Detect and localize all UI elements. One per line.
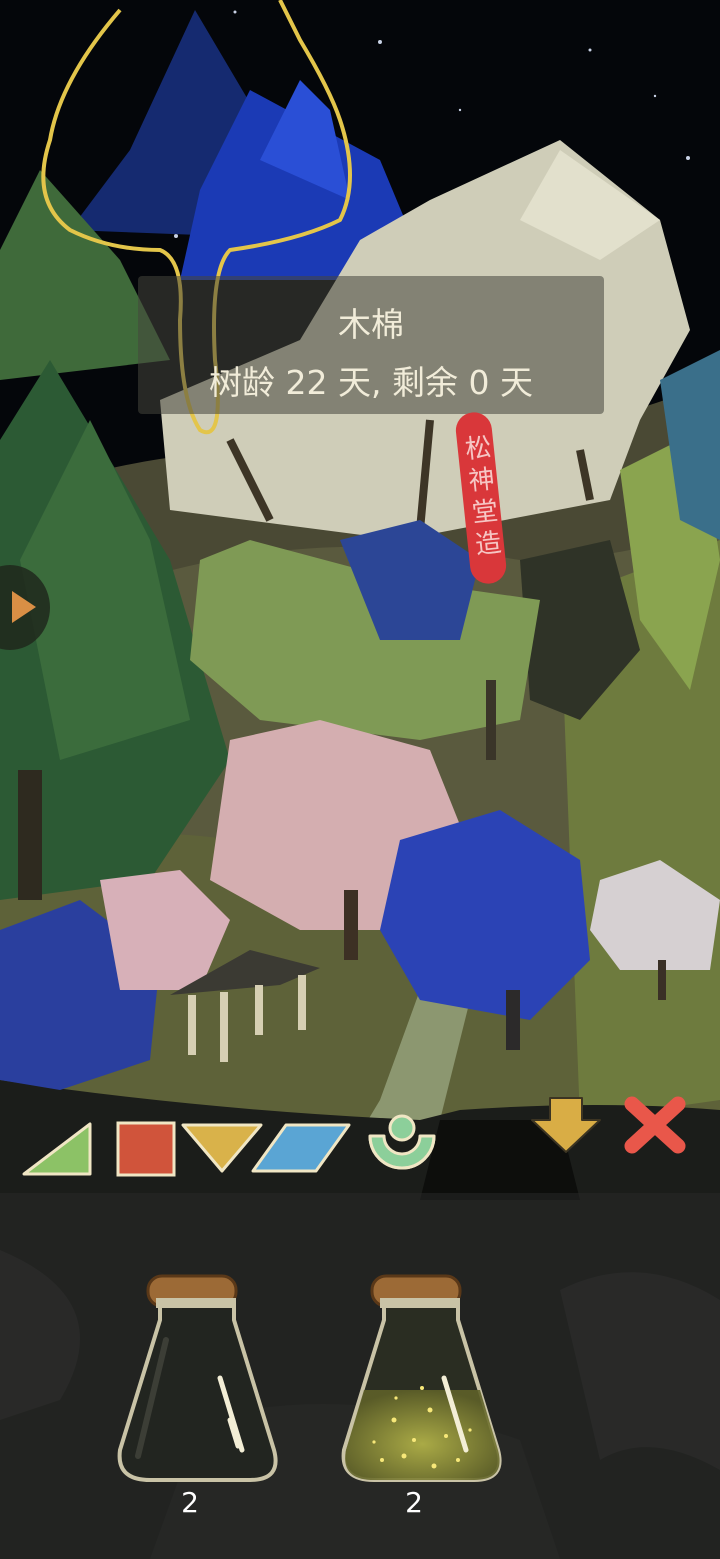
tree-info-card: 木棉 树龄 22 天, 剩余 0 天 [138, 276, 604, 414]
seed-shape-tool[interactable] [366, 1110, 438, 1176]
square-shape-tool[interactable] [116, 1121, 176, 1177]
down-arrow-icon[interactable] [528, 1094, 604, 1156]
close-x-icon[interactable] [622, 1094, 688, 1156]
triangle-shape-tool[interactable] [20, 1120, 94, 1178]
game-screen: 木棉 树龄 22 天, 剩余 0 天 松神堂造 2 2 [0, 0, 720, 1559]
parallelogram-shape-tool[interactable] [250, 1122, 352, 1174]
star-potion-count: 2 [405, 1486, 423, 1519]
tree-details: 树龄 22 天, 剩余 0 天 [209, 363, 533, 402]
empty-potion-item[interactable] [110, 1270, 286, 1488]
tree-name: 木棉 [338, 305, 404, 344]
play-triangle-icon [12, 591, 36, 623]
empty-potion-count: 2 [181, 1486, 199, 1519]
star-potion-item[interactable] [334, 1270, 510, 1488]
